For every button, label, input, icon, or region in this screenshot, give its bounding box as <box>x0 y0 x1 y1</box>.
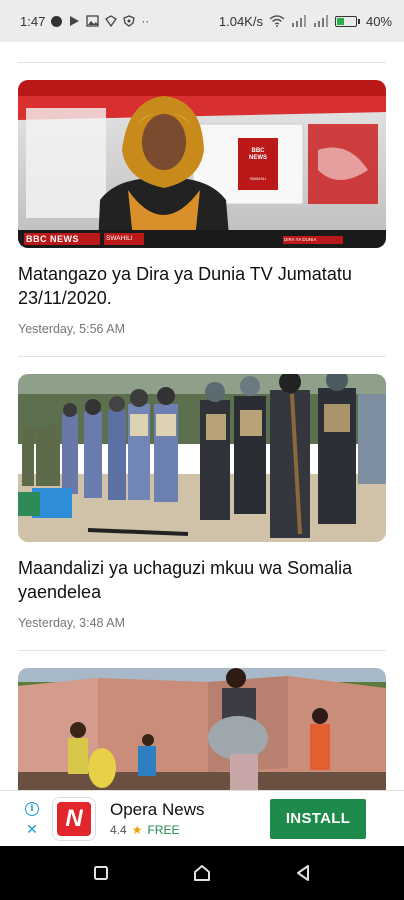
article-headline[interactable]: Matangazo ya Dira ya Dunia TV Jumatatu 2… <box>18 262 386 310</box>
article-image[interactable] <box>18 668 386 790</box>
recents-icon <box>93 866 108 880</box>
opera-news-logo[interactable]: N <box>52 796 96 841</box>
status-right: 1.04K/s 40% <box>219 14 392 29</box>
back-icon <box>297 865 310 881</box>
ad-banner[interactable]: i ✕ N Opera News 4.4 ★ FREE INSTALL <box>0 790 404 846</box>
status-left: 1:47 ·· <box>20 14 149 29</box>
back-button[interactable] <box>283 853 323 893</box>
news-feed[interactable]: BBC NEWS SWAHILI BBC NEWS SWAHILI DIRA Y… <box>0 42 404 790</box>
article-time: Yesterday, 5:56 AM <box>18 322 126 336</box>
ad-app-name: Opera News <box>110 800 205 819</box>
vpn-icon <box>105 15 118 27</box>
ad-meta: 4.4 ★ FREE <box>110 823 270 837</box>
opera-news-logo-mark: N <box>57 801 91 836</box>
article-image[interactable]: BBC NEWS SWAHILI BBC NEWS SWAHILI DIRA Y… <box>18 80 386 248</box>
notification-dot-icon <box>51 15 63 27</box>
image-icon <box>86 15 99 27</box>
status-time: 1:47 <box>20 13 46 29</box>
ad-rating: 4.4 <box>110 823 127 837</box>
shield-icon <box>123 15 136 27</box>
news-studio-image <box>18 80 386 248</box>
image-swahili-label: SWAHILI <box>249 176 267 181</box>
install-button[interactable]: INSTALL <box>270 798 366 839</box>
article-headline[interactable]: Maandalizi ya uchaguzi mkuu wa Somalia y… <box>18 556 386 604</box>
battery-icon <box>334 15 360 27</box>
article-card[interactable]: BBC NEWS SWAHILI BBC NEWS SWAHILI DIRA Y… <box>0 63 404 336</box>
article-image[interactable] <box>18 374 386 542</box>
soldiers-parade-image <box>18 374 386 542</box>
image-strap-dira: DIRA YA DUNIA <box>284 237 317 242</box>
home-button[interactable] <box>182 853 222 893</box>
ad-badges: i ✕ <box>22 801 42 836</box>
image-strap-swahili: SWAHILI <box>106 235 133 242</box>
camp-scene-image <box>18 668 386 790</box>
star-icon: ★ <box>131 823 143 837</box>
article-time: Yesterday, 3:48 AM <box>18 616 126 630</box>
signal-icon <box>291 15 306 27</box>
more-icon: ·· <box>141 14 150 28</box>
ad-info-icon[interactable]: i <box>25 801 39 816</box>
recents-button[interactable] <box>81 853 121 893</box>
image-strap-bbc: BBC NEWS <box>26 234 79 244</box>
ad-price: FREE <box>147 823 180 837</box>
ad-close-icon[interactable]: ✕ <box>26 822 38 836</box>
network-speed: 1.04K/s <box>218 13 263 29</box>
wifi-icon <box>269 15 285 27</box>
home-icon <box>193 865 210 881</box>
ad-text[interactable]: Opera News 4.4 ★ FREE <box>110 800 270 837</box>
image-bbc-label: BBC NEWS <box>249 148 267 161</box>
status-bar: 1:47 ·· 1.04K/s 40% <box>0 0 404 42</box>
signal-icon <box>313 15 328 27</box>
article-card[interactable]: Maandalizi ya uchaguzi mkuu wa Somalia y… <box>0 357 404 630</box>
article-card[interactable] <box>0 651 404 790</box>
system-nav-bar <box>0 846 404 900</box>
play-icon <box>70 16 80 26</box>
battery-percent: 40% <box>365 13 392 29</box>
